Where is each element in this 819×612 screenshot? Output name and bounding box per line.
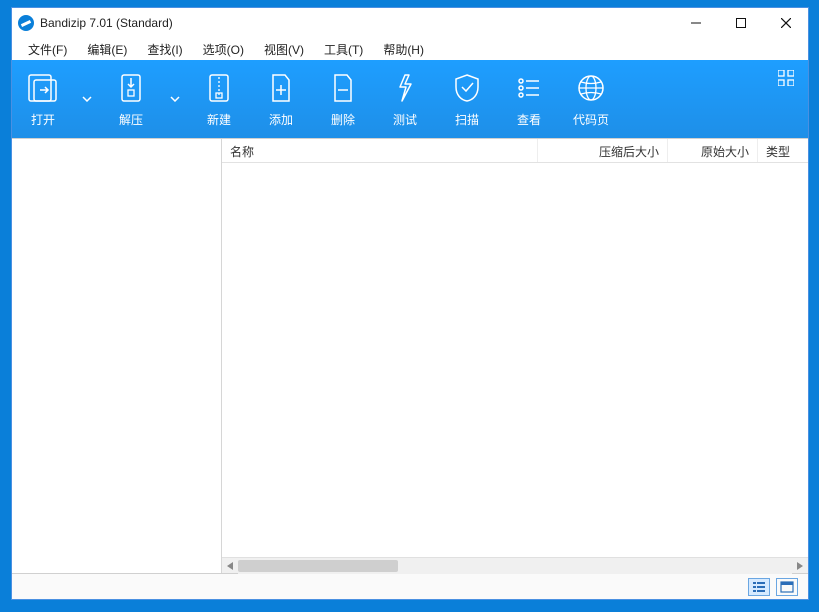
scan-label: 扫描 [455,111,479,128]
scroll-track[interactable] [238,558,792,574]
menu-edit[interactable]: 编辑(E) [79,39,135,60]
toolbar: 打开 解压 新建 [12,60,808,138]
codepage-icon [577,71,605,105]
add-label: 添加 [269,111,293,128]
column-original[interactable]: 原始大小 [668,139,758,162]
scroll-right-arrow[interactable] [792,558,808,574]
new-label: 新建 [207,111,231,128]
close-icon [781,18,791,28]
maximize-icon [736,18,746,28]
menu-file[interactable]: 文件(F) [20,39,75,60]
triangle-right-icon [797,562,803,570]
menu-find[interactable]: 查找(I) [139,39,190,60]
list-view-icon [752,581,766,593]
test-icon [394,71,416,105]
test-button[interactable]: 测试 [374,60,436,138]
minimize-icon [691,18,701,28]
triangle-left-icon [227,562,233,570]
codepage-label: 代码页 [573,111,609,128]
chevron-down-icon [82,96,92,102]
list-pane: 名称 压缩后大小 原始大小 类型 [222,139,808,573]
content-area: 名称 压缩后大小 原始大小 类型 [12,138,808,573]
titlebar: Bandizip 7.01 (Standard) [12,8,808,38]
view-label: 查看 [517,111,541,128]
menu-tools[interactable]: 工具(T) [316,39,371,60]
open-dropdown[interactable] [74,60,100,138]
new-button[interactable]: 新建 [188,60,250,138]
minimize-button[interactable] [673,8,718,38]
list-header: 名称 压缩后大小 原始大小 类型 [222,139,808,163]
menubar: 文件(F) 编辑(E) 查找(I) 选项(O) 视图(V) 工具(T) 帮助(H… [12,38,808,60]
qr-icon [778,70,794,86]
add-button[interactable]: 添加 [250,60,312,138]
column-compressed[interactable]: 压缩后大小 [538,139,668,162]
scan-icon [453,71,481,105]
maximize-button[interactable] [718,8,763,38]
statusbar [12,573,808,599]
open-label: 打开 [31,111,55,128]
delete-button[interactable]: 删除 [312,60,374,138]
scan-button[interactable]: 扫描 [436,60,498,138]
qr-button[interactable] [778,70,794,91]
chevron-down-icon [170,96,180,102]
window-controls [673,8,808,38]
delete-icon [331,71,355,105]
scroll-left-arrow[interactable] [222,558,238,574]
menu-help[interactable]: 帮助(H) [375,39,432,60]
window-title: Bandizip 7.01 (Standard) [40,16,673,30]
column-name[interactable]: 名称 [222,139,538,162]
close-button[interactable] [763,8,808,38]
view-details-button[interactable] [748,578,770,596]
list-body[interactable] [222,163,808,557]
extract-dropdown[interactable] [162,60,188,138]
view-icons-button[interactable] [776,578,798,596]
test-label: 测试 [393,111,417,128]
new-icon [206,71,232,105]
open-icon [26,71,60,105]
codepage-button[interactable]: 代码页 [560,60,622,138]
extract-icon [117,71,145,105]
menu-options[interactable]: 选项(O) [195,39,252,60]
app-icon [18,15,34,31]
add-icon [269,71,293,105]
extract-button[interactable]: 解压 [100,60,162,138]
app-window: Bandizip 7.01 (Standard) 文件(F) 编辑(E) 查找(… [11,7,809,600]
menu-view[interactable]: 视图(V) [256,39,312,60]
view-button[interactable]: 查看 [498,60,560,138]
extract-label: 解压 [119,111,143,128]
open-group: 打开 [12,60,100,138]
horizontal-scrollbar[interactable] [222,557,808,573]
tree-pane[interactable] [12,139,222,573]
delete-label: 删除 [331,111,355,128]
open-button[interactable]: 打开 [12,60,74,138]
extract-group: 解压 [100,60,188,138]
column-type[interactable]: 类型 [758,139,808,162]
scroll-thumb[interactable] [238,560,398,572]
icon-view-icon [780,581,794,593]
view-icon [515,71,543,105]
